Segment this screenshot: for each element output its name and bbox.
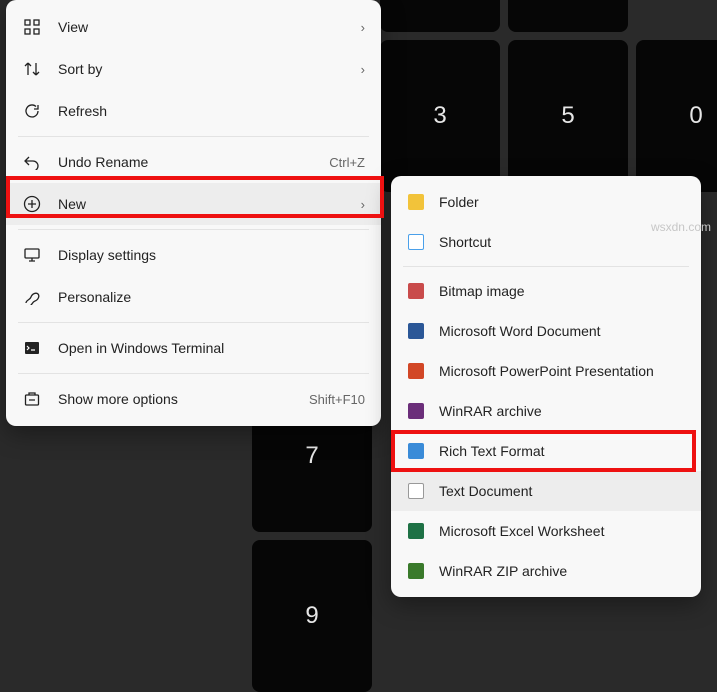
menu-item-open-terminal[interactable]: Open in Windows Terminal: [6, 327, 381, 369]
menu-item-label: Open in Windows Terminal: [58, 340, 365, 356]
powerpoint-icon: [407, 362, 425, 380]
refresh-icon: [22, 101, 42, 121]
menu-item-label: Personalize: [58, 289, 365, 305]
key: 0: [636, 40, 717, 192]
submenu-item-rich-text-format[interactable]: Rich Text Format: [391, 431, 701, 471]
word-icon: [407, 322, 425, 340]
key: 1: [380, 0, 500, 32]
menu-item-personalize[interactable]: Personalize: [6, 276, 381, 318]
menu-item-show-more[interactable]: Show more options Shift+F10: [6, 378, 381, 420]
chevron-right-icon: ›: [361, 62, 365, 77]
new-submenu: Folder Shortcut Bitmap image Microsoft Word…: [391, 176, 701, 597]
sort-icon: [22, 59, 42, 79]
submenu-item-label: Text Document: [439, 483, 685, 499]
menu-item-label: View: [58, 19, 361, 35]
separator: [18, 322, 369, 323]
undo-icon: [22, 152, 42, 172]
shortcut-icon: [407, 233, 425, 251]
new-icon: [22, 194, 42, 214]
menu-item-label: Refresh: [58, 103, 365, 119]
separator: [403, 266, 689, 267]
chevron-right-icon: ›: [361, 20, 365, 35]
submenu-item-label: Folder: [439, 194, 685, 210]
submenu-item-label: Microsoft PowerPoint Presentation: [439, 363, 685, 379]
submenu-item-label: Shortcut: [439, 234, 685, 250]
key: 9: [252, 540, 372, 692]
menu-item-label: New: [58, 196, 361, 212]
submenu-item-folder[interactable]: Folder: [391, 182, 701, 222]
submenu-item-label: Microsoft Excel Worksheet: [439, 523, 685, 539]
shortcut-text: Ctrl+Z: [329, 155, 365, 170]
winrar-zip-icon: [407, 562, 425, 580]
menu-item-label: Display settings: [58, 247, 365, 263]
key: 5: [508, 40, 628, 192]
submenu-item-label: WinRAR ZIP archive: [439, 563, 685, 579]
menu-item-sort[interactable]: Sort by ›: [6, 48, 381, 90]
menu-item-display-settings[interactable]: Display settings: [6, 234, 381, 276]
submenu-item-microsoft-excel-worksheet[interactable]: Microsoft Excel Worksheet: [391, 511, 701, 551]
folder-icon: [407, 193, 425, 211]
text-icon: [407, 482, 425, 500]
key: 3: [380, 40, 500, 192]
watermark: wsxdn.com: [651, 220, 711, 234]
submenu-item-microsoft-word-document[interactable]: Microsoft Word Document: [391, 311, 701, 351]
bitmap-icon: [407, 282, 425, 300]
more-icon: [22, 389, 42, 409]
submenu-item-microsoft-powerpoint-presentation[interactable]: Microsoft PowerPoint Presentation: [391, 351, 701, 391]
display-icon: [22, 245, 42, 265]
menu-item-undo-rename[interactable]: Undo Rename Ctrl+Z: [6, 141, 381, 183]
grid-icon: [22, 17, 42, 37]
terminal-icon: [22, 338, 42, 358]
context-menu: View › Sort by › Refresh Undo Rename Ctr…: [6, 0, 381, 426]
separator: [18, 373, 369, 374]
submenu-item-label: Rich Text Format: [439, 443, 685, 459]
rtf-icon: [407, 442, 425, 460]
menu-item-label: Sort by: [58, 61, 361, 77]
menu-item-label: Undo Rename: [58, 154, 329, 170]
separator: [18, 136, 369, 137]
separator: [18, 229, 369, 230]
submenu-item-bitmap-image[interactable]: Bitmap image: [391, 271, 701, 311]
personalize-icon: [22, 287, 42, 307]
excel-icon: [407, 522, 425, 540]
submenu-item-winrar-archive[interactable]: WinRAR archive: [391, 391, 701, 431]
key: 3: [508, 0, 628, 32]
shortcut-text: Shift+F10: [309, 392, 365, 407]
submenu-item-winrar-zip-archive[interactable]: WinRAR ZIP archive: [391, 551, 701, 591]
submenu-item-text-document[interactable]: Text Document: [391, 471, 701, 511]
menu-item-new[interactable]: New ›: [6, 183, 381, 225]
submenu-item-label: WinRAR archive: [439, 403, 685, 419]
winrar-icon: [407, 402, 425, 420]
submenu-item-label: Microsoft Word Document: [439, 323, 685, 339]
chevron-right-icon: ›: [361, 197, 365, 212]
menu-item-label: Show more options: [58, 391, 309, 407]
menu-item-refresh[interactable]: Refresh: [6, 90, 381, 132]
menu-item-view[interactable]: View ›: [6, 6, 381, 48]
submenu-item-label: Bitmap image: [439, 283, 685, 299]
